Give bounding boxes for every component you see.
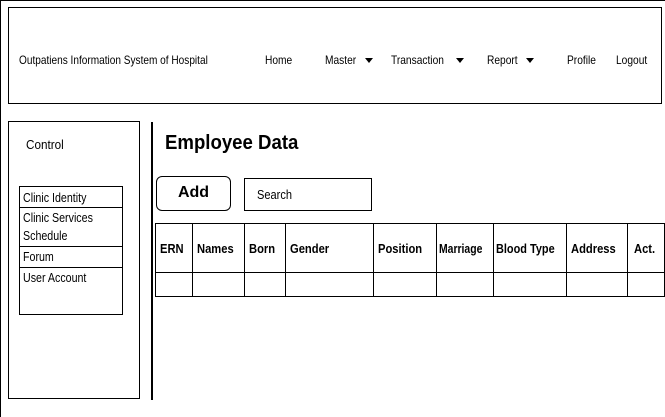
table-cell [373, 272, 438, 297]
employee-table: ERN Names Born Gender Position Marriage … [155, 223, 665, 297]
column-header: ERN [155, 223, 193, 273]
table-cell [284, 272, 375, 297]
column-header: Born [243, 223, 286, 273]
table-cell [627, 272, 665, 297]
table-row[interactable] [155, 272, 665, 297]
table-cell [566, 272, 629, 297]
column-header: Act. [627, 223, 665, 273]
sidebar: Control Clinic Identity Clinic Services … [8, 121, 140, 399]
table-header-row: ERN Names Born Gender Position Marriage … [155, 223, 665, 273]
chevron-down-icon [364, 58, 373, 64]
table-cell [436, 272, 495, 297]
app-title: Outpatiens Information System of Hospita… [19, 53, 208, 67]
column-header: Marriage [436, 223, 495, 273]
column-header: Position [373, 223, 438, 273]
table-cell [493, 272, 568, 297]
table-cell [155, 272, 193, 297]
nav-home[interactable]: Home [265, 53, 297, 67]
chevron-down-icon [526, 58, 535, 64]
page-title: Employee Data [165, 132, 299, 154]
chevron-down-icon [456, 58, 465, 64]
content-divider [151, 122, 153, 400]
column-header: Gender [284, 223, 375, 273]
search-input[interactable]: Search [244, 178, 372, 211]
window-top-border [0, 0, 665, 1]
sidebar-item-forum[interactable]: Forum [19, 246, 123, 268]
nav-transaction[interactable]: Transaction [391, 53, 465, 67]
column-header: Names [191, 223, 245, 273]
nav-profile[interactable]: Profile [567, 53, 601, 67]
window-left-border [0, 0, 1, 417]
table-cell [191, 272, 245, 297]
nav-report[interactable]: Report [487, 53, 535, 67]
header-bar: Outpatiens Information System of Hospita… [8, 7, 662, 104]
add-button[interactable]: Add [156, 176, 231, 211]
sidebar-item-clinic-services-schedule[interactable]: Clinic Services Schedule [19, 207, 123, 247]
sidebar-item-clinic-identity[interactable]: Clinic Identity [19, 186, 123, 208]
column-header: Blood Type [493, 223, 568, 273]
column-header: Address [566, 223, 629, 273]
nav-master[interactable]: Master [325, 53, 373, 67]
table-cell [243, 272, 286, 297]
sidebar-item-user-account[interactable]: User Account [19, 267, 123, 315]
sidebar-title: Control [26, 137, 64, 152]
nav-logout[interactable]: Logout [616, 53, 653, 67]
